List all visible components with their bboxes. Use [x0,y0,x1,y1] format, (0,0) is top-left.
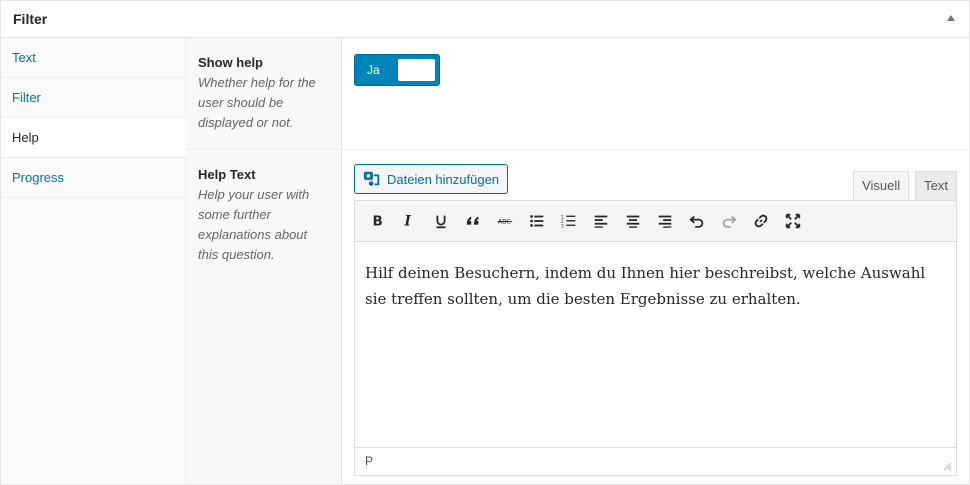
editor-toolbar: B I ABC 123 [355,201,956,242]
element-path[interactable]: P [365,454,373,468]
rich-text-editor: B I ABC 123 Hilf deinen Besuchern, indem… [354,200,957,476]
settings-tabs: Text Filter Help Progress [1,38,186,484]
svg-text:ABC: ABC [498,219,512,226]
editor-content[interactable]: Hilf deinen Besuchern, indem du Ihnen hi… [355,242,956,447]
svg-text:B: B [373,214,383,230]
align-left-icon[interactable] [585,206,617,236]
italic-icon[interactable]: I [393,206,425,236]
help-text-description: Help your user with some further explana… [198,187,310,262]
tab-progress[interactable]: Progress [1,158,185,198]
bold-icon[interactable]: B [361,206,393,236]
align-right-icon[interactable] [649,206,681,236]
numbered-list-icon[interactable]: 123 [553,206,585,236]
fullscreen-icon[interactable] [777,206,809,236]
tab-filter[interactable]: Filter [1,78,185,118]
undo-icon[interactable] [681,206,713,236]
add-media-icon [363,171,380,186]
tab-help[interactable]: Help [1,118,186,158]
panel-header[interactable]: Filter [1,1,969,38]
collapse-arrow-icon[interactable] [947,15,955,21]
tab-text-editor[interactable]: Text [915,171,957,200]
blockquote-icon[interactable] [457,206,489,236]
tab-text[interactable]: Text [1,38,185,78]
bullet-list-icon[interactable] [521,206,553,236]
strikethrough-icon[interactable]: ABC [489,206,521,236]
editor-statusbar: P [355,447,956,475]
svg-text:I: I [404,214,412,230]
align-center-icon[interactable] [617,206,649,236]
show-help-row: Show help Whether help for the user shou… [186,38,969,150]
redo-icon[interactable] [713,206,745,236]
svg-text:3: 3 [561,223,564,229]
help-text-title: Help Text [198,167,256,182]
panel-title: Filter [13,11,48,27]
help-text-row: Help Text Help your user with some furth… [186,150,969,484]
show-help-description: Whether help for the user should be disp… [198,75,316,130]
switch-label: Ja [367,63,380,77]
add-media-label: Dateien hinzufügen [387,171,500,187]
underline-icon[interactable] [425,206,457,236]
switch-knob [398,59,435,81]
add-media-button[interactable]: Dateien hinzufügen [354,164,509,194]
link-icon[interactable] [745,206,777,236]
show-help-switch[interactable]: Ja [354,54,440,86]
filter-panel: Filter Text Filter Help Progress Show he… [0,0,970,485]
tab-visual-editor[interactable]: Visuell [853,171,910,200]
resize-handle-icon[interactable] [942,461,952,471]
show-help-title: Show help [198,55,263,70]
